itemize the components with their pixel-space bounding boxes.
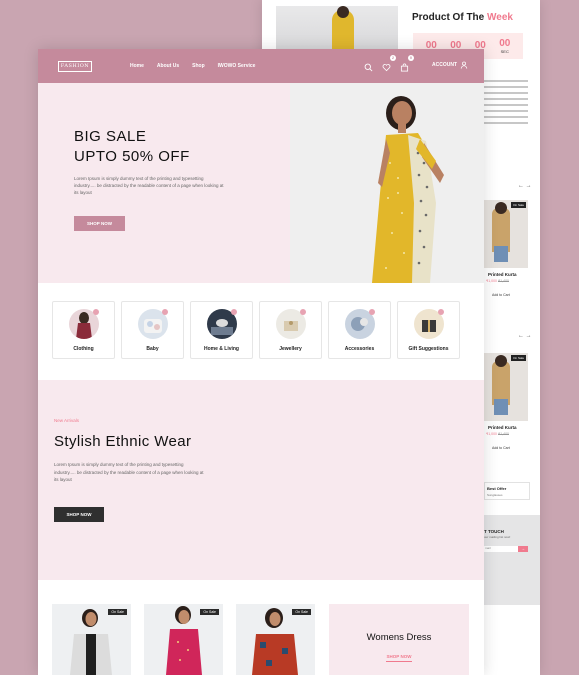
user-icon [460, 61, 468, 69]
product-of-week-image [276, 6, 398, 54]
hero-title: BIG SALE UPTO 50% OFF [74, 128, 190, 165]
product-card[interactable]: On Sale [236, 604, 315, 675]
sale-badge: On Sale [200, 609, 219, 615]
nav-links: Home About Us Shop IWOWO Service [130, 63, 255, 69]
category-card-jewellery[interactable]: Jewellery [259, 301, 322, 359]
product-card[interactable]: On Sale [144, 604, 223, 675]
sale-badge: On Sale [108, 609, 127, 615]
womens-dress-title: Womens Dress [366, 632, 432, 643]
ethnic-description: Lorem Ipsum is simply dummy text of the … [54, 462, 204, 482]
category-label: Clothing [73, 346, 94, 352]
hero-model-image [290, 83, 484, 283]
category-card-baby[interactable]: Baby [121, 301, 184, 359]
category-badge-dot [231, 309, 237, 315]
model-head [337, 6, 349, 18]
account-label: ACCOUNT [432, 61, 457, 68]
newsletter-subtitle: our mailing list now! [484, 535, 511, 539]
wishlist-heart-icon[interactable]: 2 [382, 55, 396, 72]
cart-bag-icon[interactable]: 0 [400, 55, 414, 72]
new-arrivals-label: New Arrivals [54, 418, 80, 423]
product-of-week-title: Product Of The Week [412, 12, 513, 23]
category-badge-dot [438, 309, 444, 315]
best-offer-card[interactable]: Best Offer Sunglasses [484, 482, 530, 500]
category-list: Clothing Baby Home & Living Jewellery Ac… [52, 301, 460, 359]
womens-dress-promo: Womens Dress SHOP NOW [329, 604, 469, 675]
product-name[interactable]: Printed Kurta [488, 425, 517, 430]
description-lines [484, 80, 534, 128]
product-name[interactable]: Printed Kurta [488, 272, 517, 277]
category-label: Baby [146, 346, 159, 352]
category-card-accessories[interactable]: Accessories [328, 301, 391, 359]
category-label: Home & Living [203, 346, 239, 352]
category-badge-dot [300, 309, 306, 315]
sale-badge: On Sale [511, 355, 526, 361]
main-page-mockup: FASHION Home About Us Shop IWOWO Service… [38, 49, 484, 675]
wishlist-count-badge: 2 [390, 55, 396, 61]
newsletter-title: T TOUCH [484, 529, 504, 534]
brand-logo[interactable]: FASHION [58, 61, 92, 72]
product-row: On Sale On Sale On Sale [52, 604, 315, 675]
newsletter-submit-button[interactable]: → [518, 546, 528, 552]
sale-badge: On Sale [292, 609, 311, 615]
hero-banner: BIG SALE UPTO 50% OFF Lorem Ipsum is sim… [38, 83, 484, 283]
carousel-arrows[interactable]: ← → [518, 333, 532, 339]
nav-link-home[interactable]: Home [130, 63, 144, 69]
nav-link-shop[interactable]: Shop [192, 63, 205, 69]
category-card-home-living[interactable]: Home & Living [190, 301, 253, 359]
ethnic-shop-now-button[interactable]: SHOP NOW [54, 507, 104, 522]
category-label: Accessories [344, 346, 375, 352]
product-card-image[interactable]: On Sale [484, 200, 528, 268]
category-badge-dot [93, 309, 99, 315]
category-label: Jewellery [279, 346, 302, 352]
ethnic-wear-banner: New Arrivals Stylish Ethnic Wear Lorem I… [38, 380, 484, 580]
carousel-arrows[interactable]: ← → [518, 183, 532, 189]
cart-count-badge: 0 [408, 55, 414, 61]
newsletter-section: T TOUCH our mailing list now! mail → [484, 515, 540, 605]
search-icon[interactable] [364, 59, 375, 72]
hero-description: Lorem Ipsum is simply dummy text of the … [74, 176, 224, 195]
hero-shop-now-button[interactable]: SHOP NOW [74, 216, 125, 231]
product-card[interactable]: On Sale [52, 604, 131, 675]
best-offer-subtitle: Sunglasses [487, 493, 503, 497]
product-price: ₹1,000 ₹1,400 [486, 279, 509, 283]
womens-shop-now-link[interactable]: SHOP NOW [329, 654, 469, 659]
category-label: Gift Suggestions [408, 346, 449, 352]
category-card-gift-suggestions[interactable]: Gift Suggestions [397, 301, 460, 359]
account-menu[interactable]: ACCOUNT [432, 61, 468, 69]
category-card-clothing[interactable]: Clothing [52, 301, 115, 359]
add-to-cart-link[interactable]: Add to Cart [492, 446, 510, 450]
nav-icons: 2 0 ACCOUNT [364, 55, 468, 72]
category-badge-dot [369, 309, 375, 315]
add-to-cart-link[interactable]: Add to Cart [492, 293, 510, 297]
best-offer-title: Best Offer [487, 486, 507, 491]
countdown-item: 00 SEC [499, 37, 511, 54]
category-badge-dot [162, 309, 168, 315]
nav-link-service[interactable]: IWOWO Service [218, 63, 256, 69]
sale-badge: On Sale [511, 202, 526, 208]
product-card-image[interactable]: On Sale [484, 353, 528, 421]
nav-link-about[interactable]: About Us [157, 63, 179, 69]
link-underline [386, 661, 412, 662]
top-navigation: FASHION Home About Us Shop IWOWO Service… [38, 49, 484, 83]
ethnic-title: Stylish Ethnic Wear [54, 433, 192, 450]
product-price: ₹1,000 ₹1,400 [486, 432, 509, 436]
